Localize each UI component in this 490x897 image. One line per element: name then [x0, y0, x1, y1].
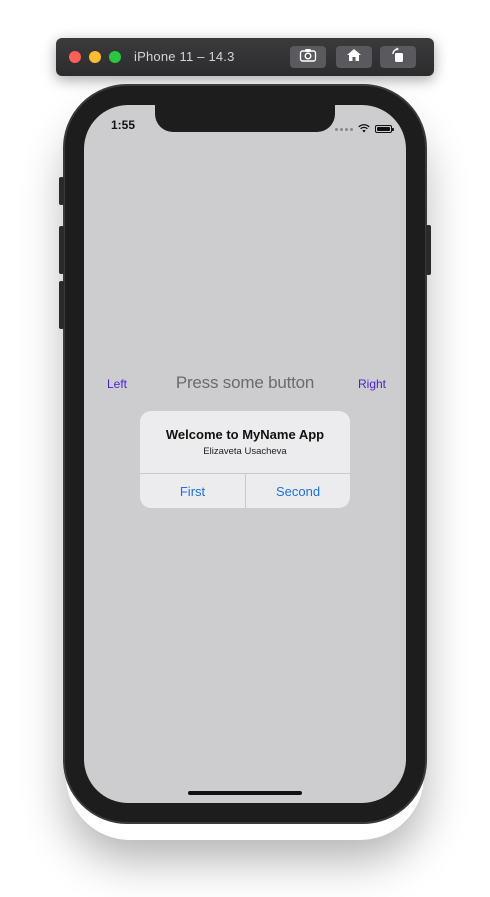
mute-switch	[59, 177, 64, 205]
rotate-button[interactable]	[380, 46, 416, 68]
home-icon	[346, 48, 362, 67]
power-button	[426, 225, 431, 275]
close-window-button[interactable]	[69, 51, 81, 63]
battery-icon	[375, 125, 394, 133]
minimize-window-button[interactable]	[89, 51, 101, 63]
right-button[interactable]: Right	[358, 377, 386, 391]
home-button[interactable]	[336, 46, 372, 68]
phone-screen: 1:55 Left Press some button Right Welcom…	[84, 105, 406, 803]
alert-second-button[interactable]: Second	[246, 474, 350, 508]
signal-icon	[335, 127, 353, 131]
screenshot-button[interactable]	[290, 46, 326, 68]
alert-first-button[interactable]: First	[140, 474, 245, 508]
home-indicator[interactable]	[188, 791, 302, 795]
volume-up-button	[59, 226, 64, 274]
status-indicators	[335, 120, 394, 138]
alert-message: Elizaveta Usacheva	[203, 446, 287, 457]
simulator-title: iPhone 11 – 14.3	[134, 49, 235, 64]
notch	[155, 105, 335, 132]
alert-dialog: Welcome to MyName App Elizaveta Usacheva…	[140, 411, 350, 508]
simulator-toolbar: iPhone 11 – 14.3	[56, 38, 434, 76]
screenshot-icon	[299, 48, 317, 67]
wifi-icon	[358, 120, 370, 138]
rotate-icon	[390, 47, 406, 68]
status-time: 1:55	[111, 118, 136, 132]
zoom-window-button[interactable]	[109, 51, 121, 63]
alert-title: Welcome to MyName App	[165, 427, 325, 442]
stage: iPhone 11 – 14.3 1:55 Left Press some bu…	[0, 0, 490, 897]
volume-down-button	[59, 281, 64, 329]
